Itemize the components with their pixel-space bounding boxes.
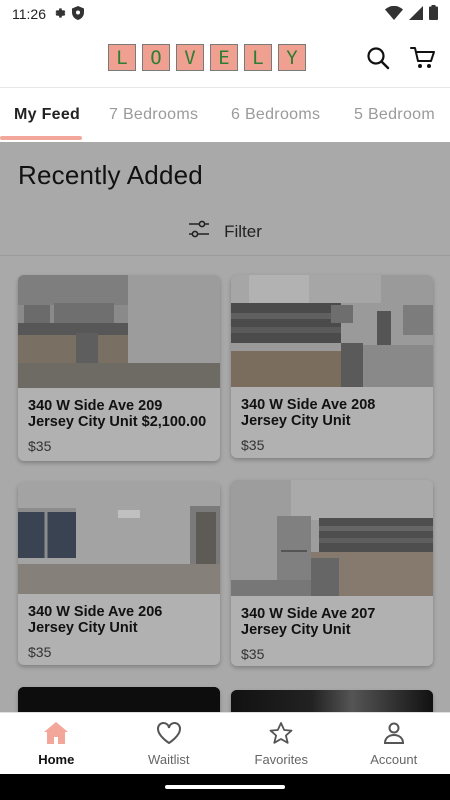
person-icon [381,721,407,748]
search-icon[interactable] [364,44,392,72]
system-navigation-bar [0,774,450,800]
bottom-navigation: Home Waitlist Favorites Account [0,712,450,774]
listing-photo [231,690,433,712]
star-icon [268,721,294,748]
nav-favorites-label: Favorites [254,751,308,767]
section-title: Recently Added [18,160,203,190]
listing-card[interactable]: 340 W Side Ave 206 Jersey City Unit $35 [18,482,220,665]
listing-card[interactable]: 340 W Side Ave 208 Jersey City Unit $35 [231,275,433,458]
status-bar: 11:26 [0,0,450,28]
listing-address: 340 W Side Ave 208 Jersey City Unit [241,397,376,429]
home-icon [43,721,69,748]
signal-icon [409,5,423,23]
tab-my-feed[interactable]: My Feed [14,88,80,142]
battery-icon [429,5,438,23]
shield-icon [72,5,84,23]
nav-account-label: Account [370,751,418,767]
nav-account[interactable]: Account [338,713,450,774]
listing-photo [18,482,220,594]
feed-content: Recently Added Filter 340 W Side Ave 209… [0,142,450,712]
listing-photo [231,480,433,596]
listing-card-partial[interactable] [18,687,220,712]
listing-address: 340 W Side Ave 206 Jersey City Unit [28,604,163,636]
tab-6-bedrooms[interactable]: 6 Bedrooms [231,88,320,142]
listing-card[interactable]: 340 W Side Ave 209 Jersey City Unit $2,1… [18,275,220,461]
listing-price: $35 [241,646,265,662]
listing-price: $35 [28,644,52,660]
listing-card[interactable]: 340 W Side Ave 207 Jersey City Unit $35 [231,480,433,666]
filter-button[interactable]: Filter [0,208,450,256]
nav-home-label: Home [38,751,75,767]
logo-letter: Y [278,44,306,71]
nav-home[interactable]: Home [0,713,113,774]
tab-7-bedrooms[interactable]: 7 Bedrooms [109,88,198,142]
listing-photo [18,687,220,712]
nav-waitlist[interactable]: Waitlist [113,713,226,774]
logo-letter: E [210,44,238,71]
tab-5-bedrooms[interactable]: 5 Bedroom [354,88,435,142]
logo-letter: O [142,44,170,71]
settings-gear-icon [52,6,66,23]
home-gesture-pill[interactable] [165,785,285,789]
listing-photo [18,275,220,388]
listing-address: 340 W Side Ave 207 Jersey City Unit [241,606,376,638]
status-time: 11:26 [12,6,46,22]
wifi-icon [385,5,403,23]
listing-address: 340 W Side Ave 209 Jersey City Unit $2,1… [28,398,207,430]
nav-favorites[interactable]: Favorites [225,713,338,774]
app-header: L O V E L Y [0,28,450,88]
heart-icon [156,721,182,748]
category-tabs: My Feed 7 Bedrooms 6 Bedrooms 5 Bedroom [0,88,450,142]
cart-icon[interactable] [409,44,437,72]
logo-letter: L [244,44,272,71]
listing-photo [231,275,433,387]
active-tab-indicator [0,136,82,140]
listing-price: $35 [28,438,52,454]
lovely-logo[interactable]: L O V E L Y [108,44,306,71]
nav-waitlist-label: Waitlist [148,751,190,767]
logo-letter: V [176,44,204,71]
filter-label: Filter [224,221,262,241]
listing-card-partial[interactable] [231,690,433,712]
listing-price: $35 [241,437,265,453]
sliders-icon [188,220,210,243]
logo-letter: L [108,44,136,71]
